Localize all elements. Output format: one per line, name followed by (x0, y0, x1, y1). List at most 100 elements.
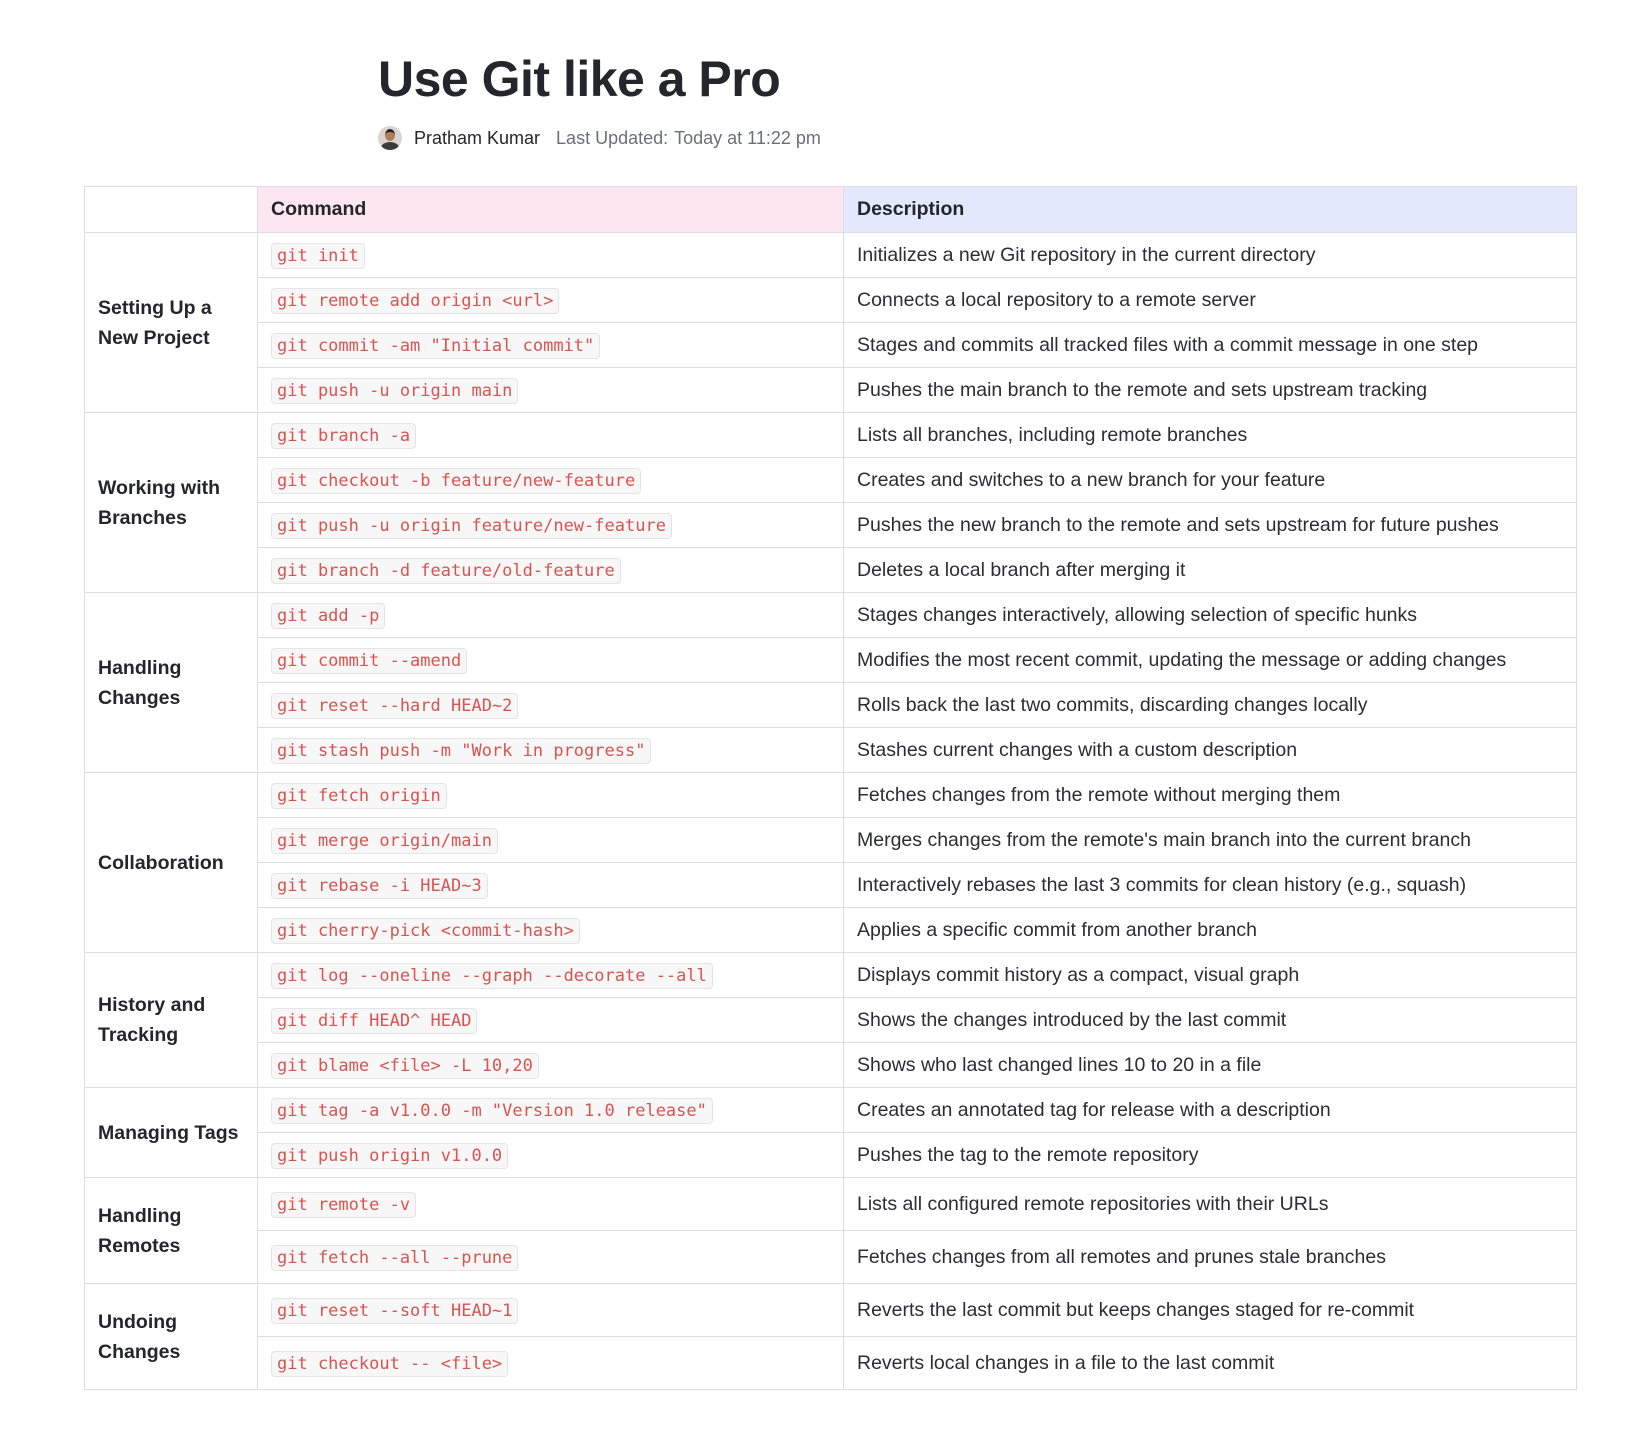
table-row: git branch -d feature/old-feature Deletes… (85, 547, 1577, 593)
command-cell: git fetch --all --prune (257, 1230, 844, 1284)
table-row: Collaboration git fetch origin Fetches cha… (84, 772, 1577, 953)
description-cell: Displays commit history as a compact, vi… (843, 952, 1577, 998)
table-row: git merge origin/main Merges changes from… (85, 817, 1577, 863)
page-meta: Pratham Kumar Last Updated: Today at 11:… (378, 126, 821, 150)
command-code[interactable]: git commit --amend (271, 647, 468, 674)
author-name[interactable]: Pratham Kumar (414, 128, 540, 149)
command-code[interactable]: git merge origin/main (271, 827, 498, 854)
command-cell: git commit -am "Initial commit" (257, 322, 844, 368)
description-cell: Stages changes interactively, allowing s… (843, 592, 1577, 638)
table-row: git commit --amend Modifies the most rece… (85, 637, 1577, 683)
table-row: git fetch --all --prune Fetches changes f… (85, 1230, 1577, 1284)
description-cell: Deletes a local branch after merging it (843, 547, 1577, 593)
command-code[interactable]: git reset --soft HEAD~1 (271, 1297, 519, 1324)
table-row: Working with Branches git branch -a Lists … (84, 412, 1577, 593)
command-code[interactable]: git cherry-pick <commit-hash> (271, 917, 580, 944)
git-commands-table: Command Description Setting Up a New Pro… (84, 186, 1577, 1390)
description-cell: Stashes current changes with a custom de… (843, 727, 1577, 773)
group-label: Working with Branches (84, 412, 258, 593)
description-cell: Shows the changes introduced by the last… (843, 997, 1577, 1043)
table-row: Handling Remotes git remote -v Lists all c… (84, 1177, 1577, 1284)
description-cell: Shows who last changed lines 10 to 20 in… (843, 1042, 1577, 1088)
command-code[interactable]: git reset --hard HEAD~2 (271, 692, 519, 719)
avatar[interactable] (378, 126, 402, 150)
description-cell: Pushes the main branch to the remote and… (843, 367, 1577, 413)
description-cell: Pushes the tag to the remote repository (843, 1132, 1577, 1178)
description-cell: Connects a local repository to a remote … (843, 277, 1577, 323)
group-label: Handling Changes (84, 592, 258, 773)
description-cell: Lists all branches, including remote bra… (843, 412, 1577, 458)
command-code[interactable]: git stash push -m "Work in progress" (271, 737, 652, 764)
table-row: git stash push -m "Work in progress" Stas… (85, 727, 1577, 773)
command-code[interactable]: git tag -a v1.0.0 -m "Version 1.0 releas… (271, 1097, 713, 1124)
description-cell: Lists all configured remote repositories… (843, 1177, 1577, 1231)
description-cell: Merges changes from the remote's main br… (843, 817, 1577, 863)
command-cell: git log --oneline --graph --decorate --a… (257, 952, 844, 998)
table-row: git checkout -- <file> Reverts local chan… (85, 1336, 1577, 1390)
command-cell: git push origin v1.0.0 (257, 1132, 844, 1178)
command-code[interactable]: git fetch origin (271, 782, 447, 809)
command-cell: git rebase -i HEAD~3 (257, 862, 844, 908)
table-row: Setting Up a New Project git init Initiali… (84, 232, 1577, 413)
table-row: git blame <file> -L 10,20 Shows who last … (85, 1042, 1577, 1088)
description-cell: Creates an annotated tag for release wit… (843, 1087, 1577, 1133)
command-cell: git add -p (257, 592, 844, 638)
command-code[interactable]: git add -p (271, 602, 386, 629)
command-cell: git checkout -- <file> (257, 1336, 844, 1390)
table-row: git remote add origin <url> Connects a lo… (85, 277, 1577, 323)
table-corner (84, 186, 258, 233)
table-row: git checkout -b feature/new-feature Creat… (85, 457, 1577, 503)
command-code[interactable]: git checkout -- <file> (271, 1350, 509, 1377)
command-cell: git stash push -m "Work in progress" (257, 727, 844, 773)
description-cell: Initializes a new Git repository in the … (843, 232, 1577, 278)
command-cell: git remote add origin <url> (257, 277, 844, 323)
description-cell: Pushes the new branch to the remote and … (843, 502, 1577, 548)
description-cell: Stages and commits all tracked files wit… (843, 322, 1577, 368)
command-code[interactable]: git push -u origin main (271, 377, 519, 404)
command-code[interactable]: git remote add origin <url> (271, 287, 560, 314)
description-cell: Fetches changes from all remotes and pru… (843, 1230, 1577, 1284)
command-code[interactable]: git init (271, 242, 365, 269)
group-label: Undoing Changes (84, 1283, 258, 1390)
command-code[interactable]: git rebase -i HEAD~3 (271, 872, 488, 899)
command-cell: git branch -d feature/old-feature (257, 547, 844, 593)
command-code[interactable]: git blame <file> -L 10,20 (271, 1052, 539, 1079)
command-code[interactable]: git branch -d feature/old-feature (271, 557, 621, 584)
description-cell: Rolls back the last two commits, discard… (843, 682, 1577, 728)
command-code[interactable]: git log --oneline --graph --decorate --a… (271, 962, 713, 989)
description-cell: Interactively rebases the last 3 commits… (843, 862, 1577, 908)
command-cell: git remote -v (257, 1177, 844, 1231)
command-cell: git reset --soft HEAD~1 (257, 1283, 844, 1337)
table-body: Setting Up a New Project git init Initiali… (84, 232, 1577, 1390)
command-cell: git push -u origin main (257, 367, 844, 413)
command-code[interactable]: git checkout -b feature/new-feature (271, 467, 642, 494)
page-title: Use Git like a Pro (378, 51, 781, 107)
command-code[interactable]: git push origin v1.0.0 (271, 1142, 509, 1169)
description-cell: Applies a specific commit from another b… (843, 907, 1577, 953)
command-cell: git checkout -b feature/new-feature (257, 457, 844, 503)
group-label: Setting Up a New Project (84, 232, 258, 413)
command-code[interactable]: git diff HEAD^ HEAD (271, 1007, 478, 1034)
group-label: History and Tracking (84, 952, 258, 1088)
command-cell: git init (257, 232, 844, 278)
column-header-description: Description (843, 186, 1577, 233)
command-cell: git push -u origin feature/new-feature (257, 502, 844, 548)
command-code[interactable]: git remote -v (271, 1191, 417, 1218)
table-row: git rebase -i HEAD~3 Interactively rebase… (85, 862, 1577, 908)
description-cell: Reverts the last commit but keeps change… (843, 1283, 1577, 1337)
command-cell: git blame <file> -L 10,20 (257, 1042, 844, 1088)
table-row: git diff HEAD^ HEAD Shows the changes int… (85, 997, 1577, 1043)
column-header-command: Command (257, 186, 844, 233)
command-code[interactable]: git commit -am "Initial commit" (271, 332, 601, 359)
table-row: Managing Tags git tag -a v1.0.0 -m "Versi… (84, 1087, 1577, 1178)
table-row: History and Tracking git log --oneline --… (84, 952, 1577, 1088)
table-row: Handling Changes git add -p Stages changes… (84, 592, 1577, 773)
group-label: Collaboration (84, 772, 258, 953)
group-label: Managing Tags (84, 1087, 258, 1178)
command-code[interactable]: git push -u origin feature/new-feature (271, 512, 672, 539)
command-cell: git merge origin/main (257, 817, 844, 863)
command-code[interactable]: git fetch --all --prune (271, 1244, 519, 1271)
command-code[interactable]: git branch -a (271, 422, 417, 449)
table-row: git push origin v1.0.0 Pushes the tag to … (85, 1132, 1577, 1178)
command-cell: git branch -a (257, 412, 844, 458)
